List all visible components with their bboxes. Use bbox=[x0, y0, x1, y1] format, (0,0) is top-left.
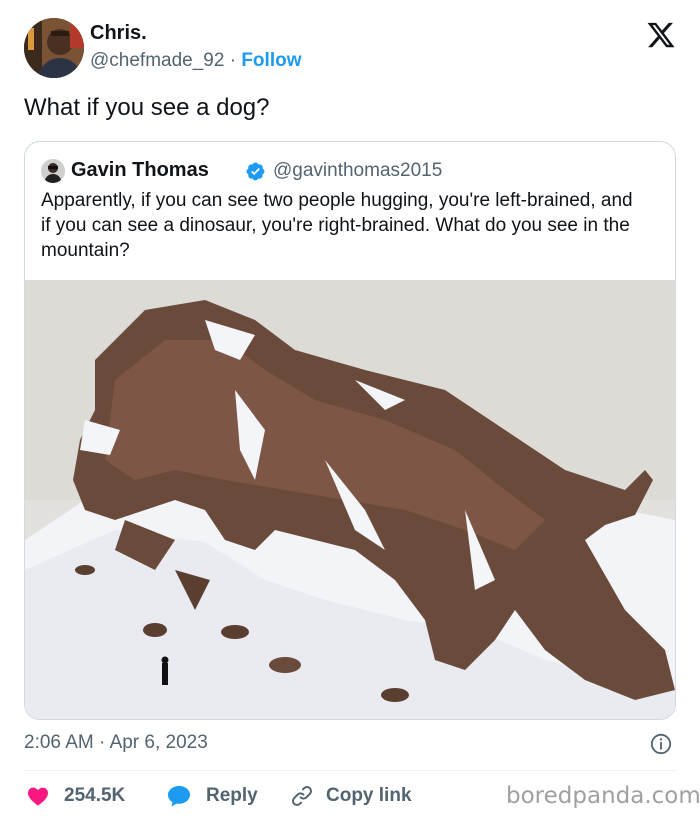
verified-badge-icon bbox=[246, 162, 265, 181]
author-avatar[interactable] bbox=[24, 18, 84, 78]
reply-button[interactable]: Reply bbox=[166, 781, 258, 811]
copy-link-label: Copy link bbox=[326, 785, 412, 806]
timestamp-separator: · bbox=[99, 732, 106, 753]
quoted-tweet[interactable]: Gavin Thomas @gavinthomas2015 Apparently… bbox=[24, 141, 676, 720]
tweet-timestamp[interactable]: 2:06 AM · Apr 6, 2023 bbox=[24, 732, 208, 754]
tweet-text: What if you see a dog? bbox=[24, 94, 270, 121]
x-logo-icon[interactable] bbox=[646, 20, 676, 50]
snowy-mountain-photo[interactable] bbox=[25, 280, 675, 720]
tweet-actions: 254.5K Reply Copy link boredpanda.com bbox=[24, 781, 700, 811]
link-icon bbox=[292, 786, 312, 806]
heart-icon bbox=[28, 787, 48, 806]
copy-link-button[interactable]: Copy link bbox=[290, 781, 412, 811]
quoted-author-name[interactable]: Gavin Thomas bbox=[71, 159, 209, 182]
tweet-header: Chris. @chefmade_92 · Follow bbox=[24, 18, 676, 80]
info-icon[interactable] bbox=[650, 733, 672, 755]
reply-bubble-icon bbox=[168, 786, 190, 807]
timestamp-time: 2:06 AM bbox=[24, 732, 94, 753]
handle-separator: · bbox=[229, 50, 237, 71]
timestamp-date: Apr 6, 2023 bbox=[109, 732, 208, 753]
avatar-photo-icon bbox=[24, 18, 84, 78]
author-handle[interactable]: @chefmade_92 bbox=[90, 50, 224, 71]
quoted-tweet-text: Apparently, if you can see two people hu… bbox=[41, 190, 633, 261]
quoted-author-handle[interactable]: @gavinthomas2015 bbox=[273, 160, 442, 182]
quoted-author-avatar[interactable] bbox=[41, 159, 65, 183]
follow-button[interactable]: Follow bbox=[241, 50, 301, 71]
author-handle-row: @chefmade_92 · Follow bbox=[90, 50, 301, 72]
author-name[interactable]: Chris. bbox=[90, 22, 147, 45]
divider bbox=[24, 770, 676, 771]
like-count: 254.5K bbox=[64, 785, 126, 806]
quoted-avatar-photo-icon bbox=[41, 159, 65, 183]
reply-label: Reply bbox=[206, 785, 258, 806]
like-button[interactable]: 254.5K bbox=[26, 781, 125, 811]
watermark: boredpanda.com bbox=[506, 783, 700, 809]
